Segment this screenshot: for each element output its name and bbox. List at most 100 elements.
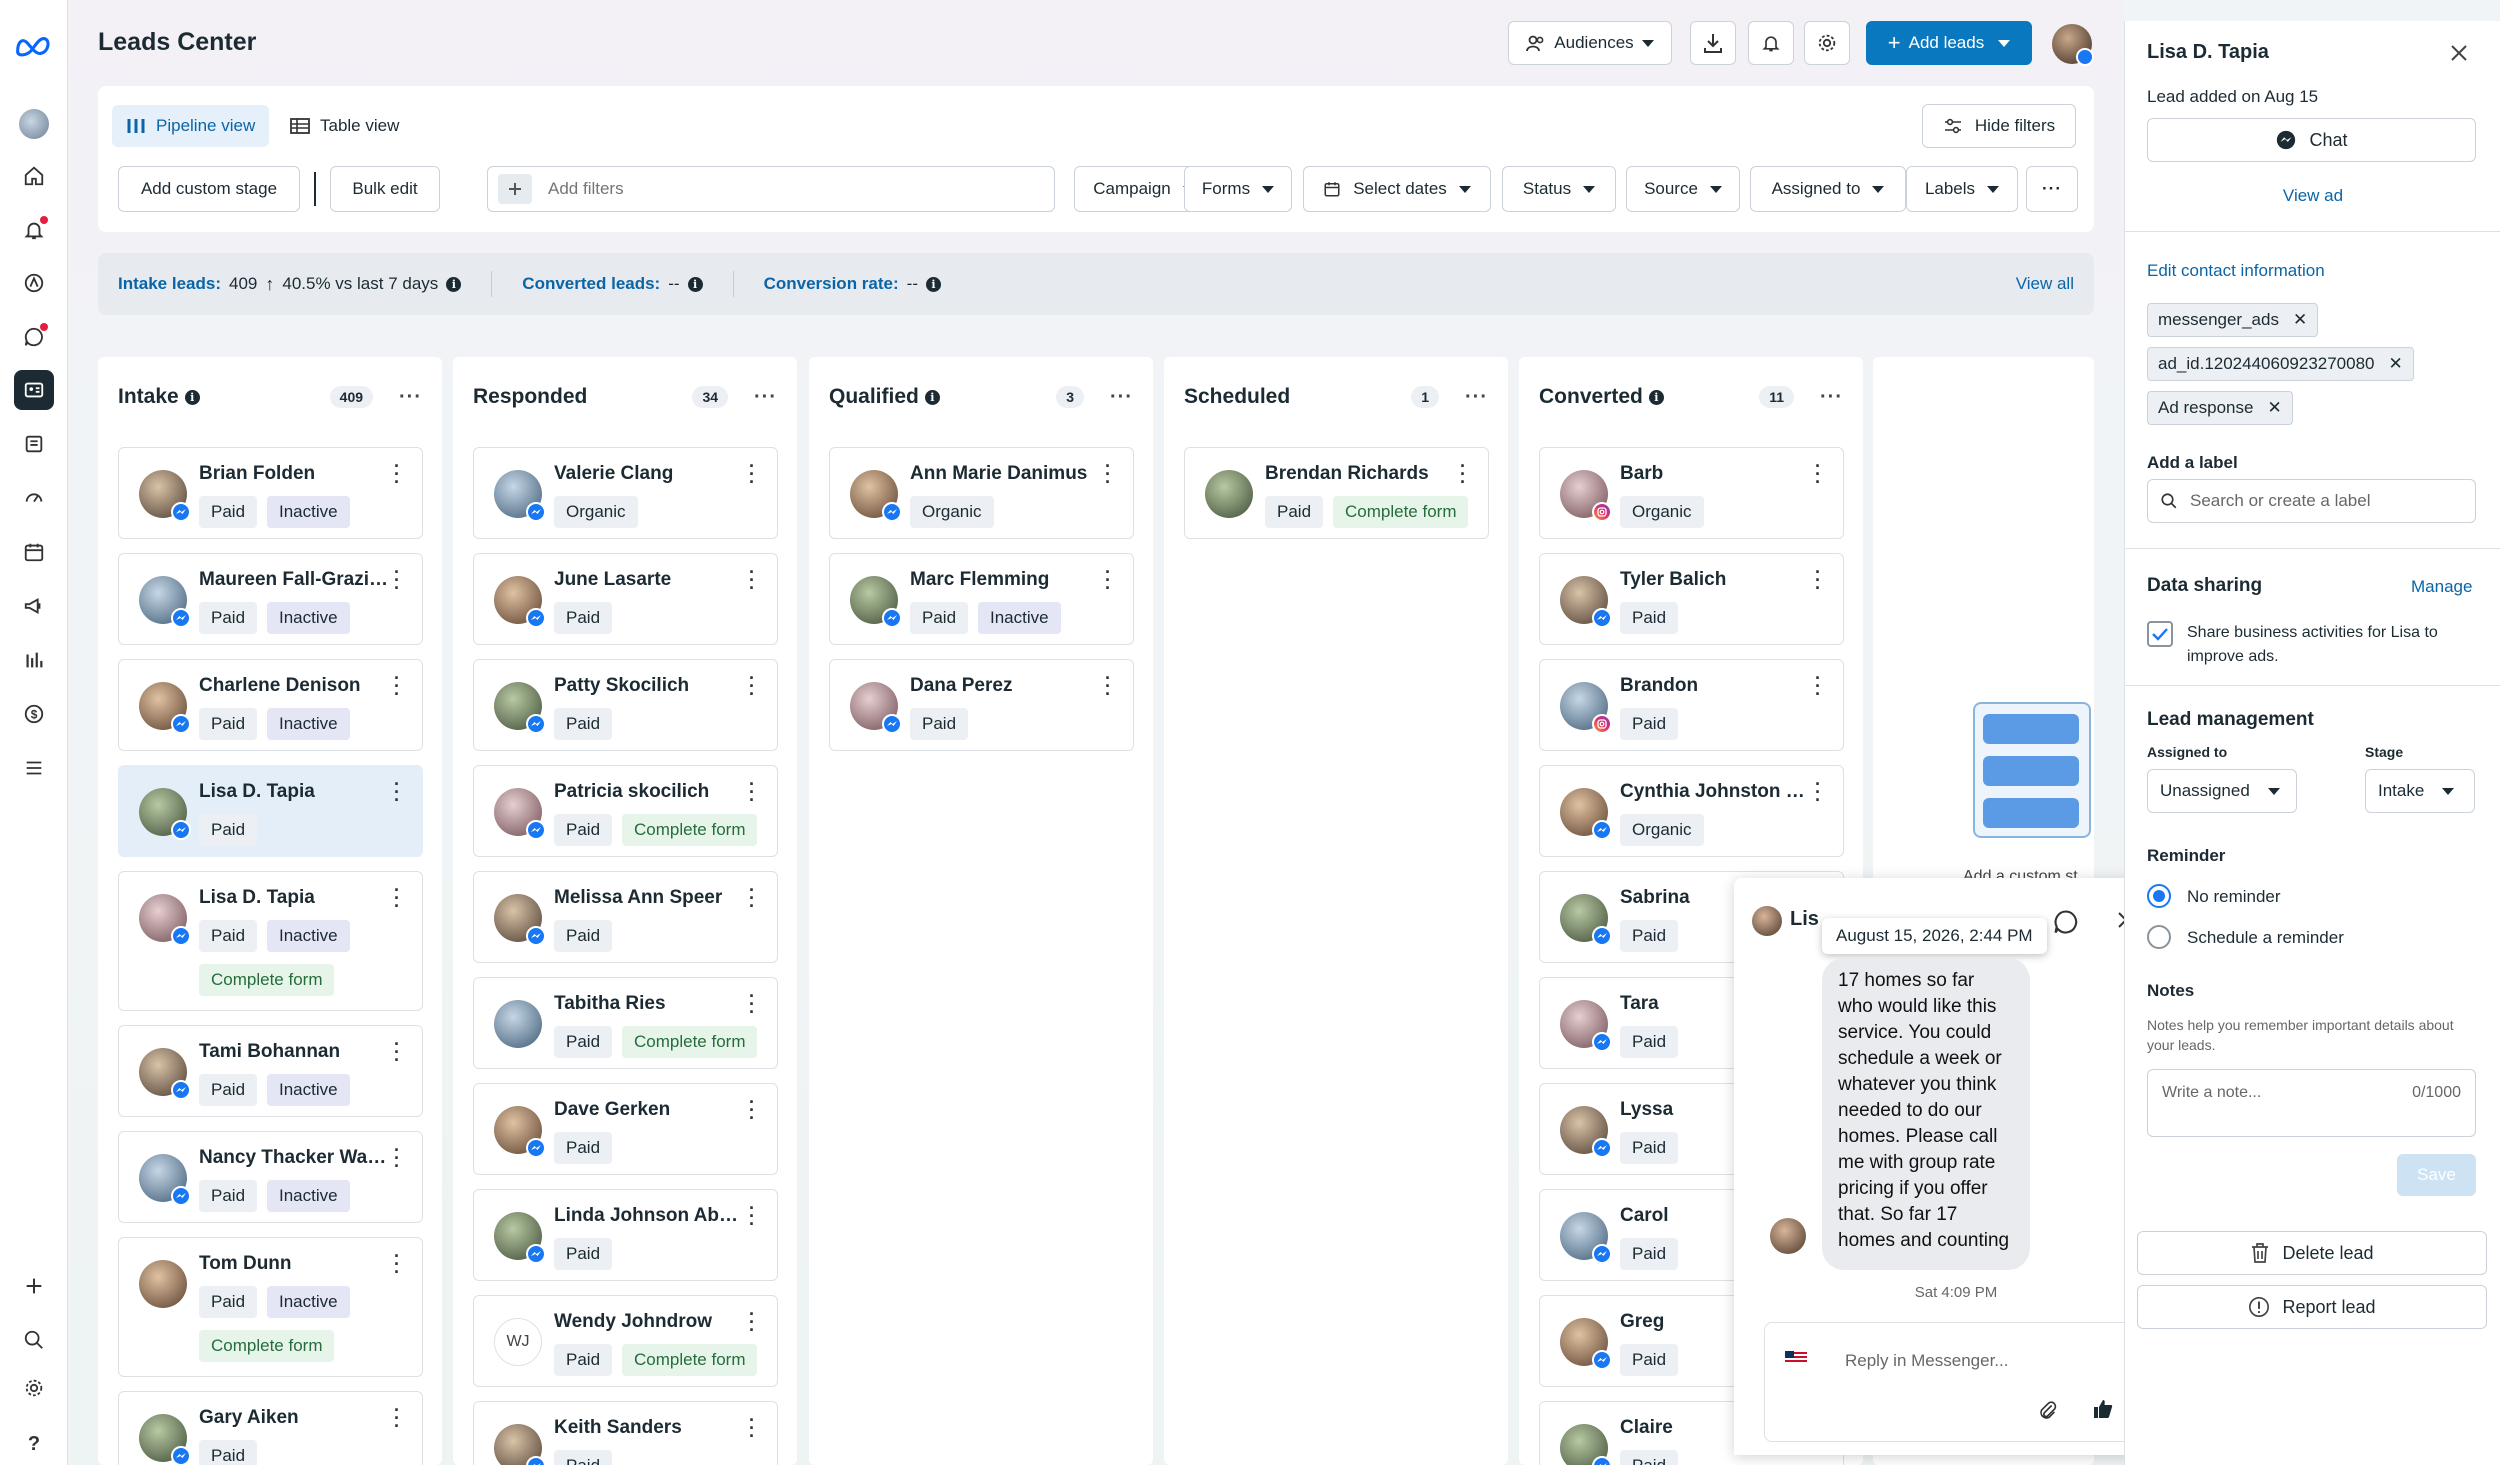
- lead-card[interactable]: Charlene Denison · · · Paid Inactive: [118, 659, 423, 751]
- edit-contact-link[interactable]: Edit contact information: [2147, 261, 2325, 281]
- lead-name[interactable]: Dave Gerken: [554, 1099, 744, 1121]
- more-vertical-icon[interactable]: ···: [1815, 669, 1821, 703]
- megaphone-icon[interactable]: [14, 586, 54, 626]
- manage-link[interactable]: Manage: [2411, 577, 2472, 597]
- more-vertical-icon[interactable]: ···: [1105, 669, 1111, 703]
- help-icon[interactable]: ?: [14, 1424, 54, 1464]
- view-ad-link[interactable]: View ad: [2125, 186, 2500, 206]
- lead-card[interactable]: Lisa D. Tapia · · · Paid Inactive Complete for…: [118, 871, 423, 1011]
- more-vertical-icon[interactable]: ···: [749, 563, 755, 597]
- filter-forms[interactable]: Forms: [1184, 166, 1292, 212]
- lead-card[interactable]: Marc Flemming · · · Paid Inactive: [829, 553, 1134, 645]
- lead-name[interactable]: Lisa D. Tapia: [199, 781, 389, 803]
- add-leads-button[interactable]: + Add leads: [1866, 21, 2032, 65]
- lead-name[interactable]: June Lasarte: [554, 569, 744, 591]
- report-lead-button[interactable]: Report lead: [2137, 1285, 2487, 1329]
- more-vertical-icon[interactable]: ···: [394, 1401, 400, 1435]
- tab-table-view[interactable]: Table view: [276, 105, 413, 147]
- lead-card[interactable]: WJ Wendy Johndrow · · · Paid Complete form: [473, 1295, 778, 1387]
- more-vertical-icon[interactable]: ···: [394, 881, 400, 915]
- lead-card[interactable]: June Lasarte · · · Paid: [473, 553, 778, 645]
- gear-icon[interactable]: [14, 1368, 54, 1408]
- more-vertical-icon[interactable]: ···: [749, 457, 755, 491]
- more-vertical-icon[interactable]: ···: [394, 1247, 400, 1281]
- info-icon[interactable]: i: [446, 276, 462, 292]
- add-filters-field[interactable]: [487, 166, 1055, 212]
- close-icon[interactable]: [2449, 43, 2469, 63]
- label-search-field[interactable]: Search or create a label: [2147, 479, 2476, 523]
- plus-icon[interactable]: [498, 174, 532, 204]
- home-icon[interactable]: [14, 156, 54, 196]
- menu-icon[interactable]: [14, 748, 54, 788]
- no-reminder-radio[interactable]: [2147, 884, 2171, 908]
- more-icon[interactable]: ···: [1465, 386, 1488, 409]
- info-icon[interactable]: i: [687, 276, 703, 292]
- filter-assigned-to[interactable]: Assigned to: [1750, 166, 1906, 212]
- more-vertical-icon[interactable]: ···: [749, 1411, 755, 1445]
- stage-select[interactable]: Intake: [2365, 769, 2475, 813]
- more-vertical-icon[interactable]: ···: [749, 987, 755, 1021]
- reply-box[interactable]: Reply in Messenger...: [1764, 1322, 2138, 1442]
- lead-name[interactable]: Wendy Johndrow: [554, 1311, 744, 1333]
- lead-name[interactable]: Dana Perez: [910, 675, 1100, 697]
- notifications-button[interactable]: [1748, 21, 1794, 65]
- lead-name[interactable]: Brendan Richards: [1265, 463, 1455, 485]
- schedule-reminder-radio[interactable]: [2147, 925, 2171, 949]
- notes-textarea[interactable]: Write a note... 0/1000: [2147, 1069, 2476, 1137]
- meta-logo[interactable]: [14, 26, 54, 66]
- more-vertical-icon[interactable]: ···: [749, 1305, 755, 1339]
- calendar-icon[interactable]: [14, 532, 54, 572]
- more-vertical-icon[interactable]: ···: [1815, 563, 1821, 597]
- filter-labels[interactable]: Labels: [1906, 166, 2018, 212]
- bulk-edit-button[interactable]: Bulk edit: [330, 166, 440, 212]
- download-button[interactable]: [1690, 21, 1736, 65]
- gauge-icon[interactable]: [14, 478, 54, 518]
- lead-name[interactable]: Melissa Ann Speer: [554, 887, 744, 909]
- close-icon[interactable]: ✕: [2389, 354, 2403, 374]
- more-vertical-icon[interactable]: ···: [1815, 775, 1821, 809]
- more-vertical-icon[interactable]: ···: [1460, 457, 1466, 491]
- more-vertical-icon[interactable]: ···: [394, 775, 400, 809]
- lead-card[interactable]: Patricia skocilich · · · Paid Complete form: [473, 765, 778, 857]
- lead-name[interactable]: Tabitha Ries: [554, 993, 744, 1015]
- delete-lead-button[interactable]: Delete lead: [2137, 1231, 2487, 1275]
- lead-card[interactable]: Dana Perez · · · Paid: [829, 659, 1134, 751]
- more-vertical-icon[interactable]: ···: [394, 1141, 400, 1175]
- lead-name[interactable]: Patricia skocilich: [554, 781, 744, 803]
- thumbs-up-icon[interactable]: [2091, 1397, 2115, 1421]
- lead-card[interactable]: Dave Gerken · · · Paid: [473, 1083, 778, 1175]
- lead-card[interactable]: Tom Dunn · · · Paid Inactive Complete form: [118, 1237, 423, 1377]
- lead-card[interactable]: Keith Sanders ··· Paid: [473, 1401, 778, 1465]
- messenger-icon[interactable]: [2052, 908, 2080, 936]
- more-filters-button[interactable]: ···: [2026, 166, 2078, 212]
- lead-card[interactable]: Tabitha Ries · · · Paid Complete form: [473, 977, 778, 1069]
- lead-name[interactable]: Ann Marie Danimus: [910, 463, 1100, 485]
- lead-card[interactable]: Tami Bohannan · · · Paid Inactive: [118, 1025, 423, 1117]
- lead-card[interactable]: Lisa D. Tapia · · · Paid: [118, 765, 423, 857]
- info-icon[interactable]: i: [1648, 389, 1664, 405]
- chat-button[interactable]: Chat: [2147, 118, 2476, 162]
- more-icon[interactable]: ···: [1820, 386, 1843, 409]
- close-icon[interactable]: ✕: [2267, 398, 2281, 418]
- lead-name[interactable]: Brandon: [1620, 675, 1810, 697]
- lead-card[interactable]: Cynthia Johnston Ferris ··· Organic: [1539, 765, 1844, 857]
- pages-icon[interactable]: [14, 424, 54, 464]
- lead-card[interactable]: Nancy Thacker Walton · · · Paid Inactive: [118, 1131, 423, 1223]
- lead-card[interactable]: Ann Marie Danimus · · · Organic: [829, 447, 1134, 539]
- lead-name[interactable]: Brian Folden: [199, 463, 389, 485]
- more-vertical-icon[interactable]: ···: [1815, 457, 1821, 491]
- more-vertical-icon[interactable]: ···: [394, 563, 400, 597]
- more-icon[interactable]: ···: [399, 386, 422, 409]
- lead-name[interactable]: Marc Flemming: [910, 569, 1100, 591]
- lead-name[interactable]: Keith Sanders: [554, 1417, 744, 1439]
- insights-icon[interactable]: [14, 640, 54, 680]
- more-icon[interactable]: ···: [754, 386, 777, 409]
- search-icon[interactable]: [14, 1320, 54, 1360]
- leads-icon[interactable]: [14, 370, 54, 410]
- close-icon[interactable]: ✕: [2293, 310, 2307, 330]
- lead-card[interactable]: Gary Aiken · · · Paid: [118, 1391, 423, 1465]
- lead-card[interactable]: Barb · · · Organic: [1539, 447, 1844, 539]
- more-vertical-icon[interactable]: ···: [394, 1035, 400, 1069]
- save-button[interactable]: Save: [2397, 1154, 2476, 1196]
- more-vertical-icon[interactable]: ···: [749, 775, 755, 809]
